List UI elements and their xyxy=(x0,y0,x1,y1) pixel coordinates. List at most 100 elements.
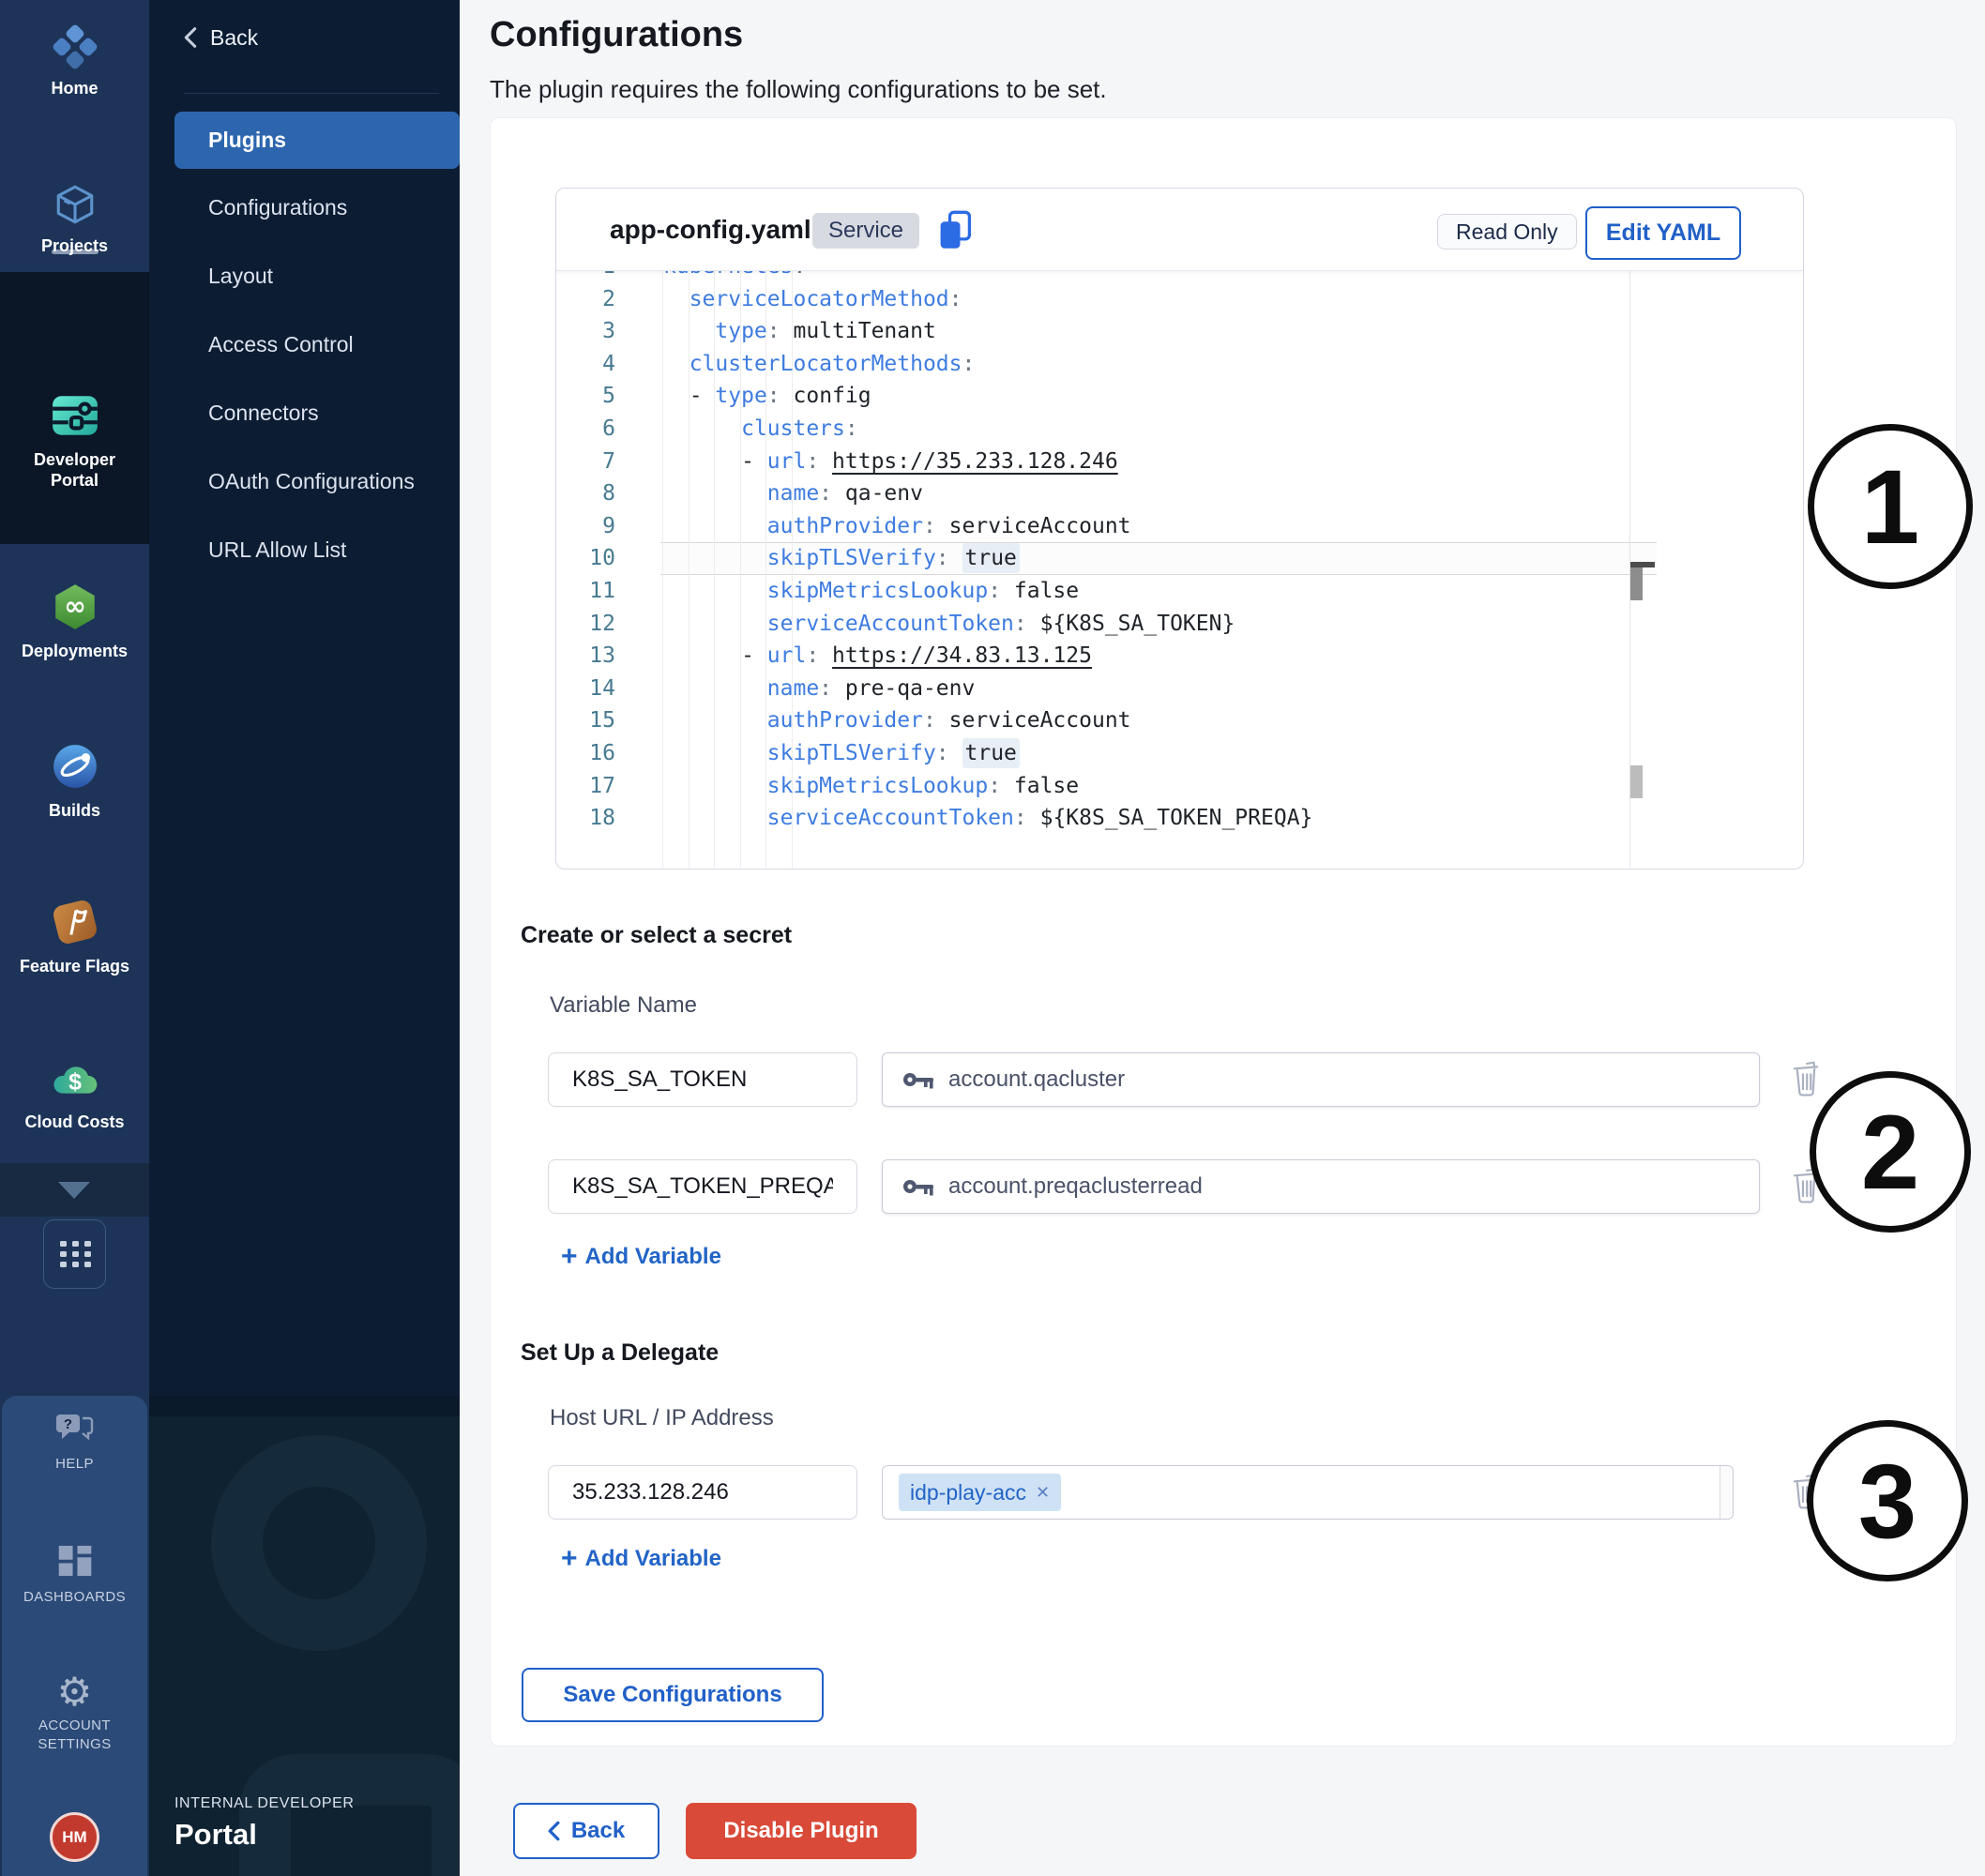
sidebar-item-developer-portal[interactable]: Developer Portal xyxy=(0,390,149,491)
dashboards-icon xyxy=(55,1542,95,1580)
plus-icon: + xyxy=(561,1546,578,1572)
line-number: 2 xyxy=(557,283,615,316)
copy-button[interactable] xyxy=(936,209,974,250)
sidebar-item-label: HELP xyxy=(0,1455,149,1474)
line-number: 10 xyxy=(557,542,615,575)
line-number: 15 xyxy=(557,704,615,737)
host-url-input[interactable] xyxy=(548,1465,857,1520)
secret-value: account.preqaclusterread xyxy=(948,1173,1203,1200)
submenu-divider xyxy=(184,93,439,94)
secrets-heading: Create or select a secret xyxy=(521,922,792,949)
chevron-left-icon xyxy=(548,1821,560,1841)
secret-select-1[interactable]: account.qacluster xyxy=(882,1052,1760,1107)
code-line-12: 12 serviceAccountToken: ${K8S_SA_TOKEN} xyxy=(557,608,1802,641)
line-number: 4 xyxy=(557,348,615,381)
code-line-9: 9 authProvider: serviceAccount xyxy=(557,510,1802,543)
variable-name-input-2[interactable] xyxy=(548,1159,857,1214)
submenu-item-plugins[interactable]: Plugins xyxy=(174,112,460,169)
submenu-item-configurations[interactable]: Configurations xyxy=(149,174,460,242)
code-line-15: 15 authProvider: serviceAccount xyxy=(557,704,1802,737)
save-configurations-button[interactable]: Save Configurations xyxy=(522,1668,824,1722)
code-line-13: 13 - url: https://34.83.13.125 xyxy=(557,640,1802,673)
svg-text:?: ? xyxy=(63,1416,71,1432)
cloud-costs-icon: $ xyxy=(50,1052,100,1103)
copy-icon xyxy=(936,209,974,250)
disable-plugin-button[interactable]: Disable Plugin xyxy=(686,1803,917,1859)
module-grid-button[interactable] xyxy=(43,1219,106,1289)
sidebar-item-projects[interactable]: Projects xyxy=(0,182,149,256)
sidebar-item-account-settings[interactable]: ⚙ ACCOUNT SETTINGS xyxy=(0,1672,149,1754)
help-icon: ? xyxy=(53,1409,97,1446)
code-line-4: 4 clusterLocatorMethods: xyxy=(557,348,1802,381)
annotation-marker-2: 2 xyxy=(1810,1071,1971,1233)
editor-scrollbar-thumb-2[interactable] xyxy=(1630,765,1643,798)
remove-tag-icon[interactable]: ✕ xyxy=(1036,1483,1050,1503)
decorative-square xyxy=(239,1754,460,1876)
line-number: 12 xyxy=(557,608,615,641)
code-line-18: 18 serviceAccountToken: ${K8S_SA_TOKEN_P… xyxy=(557,802,1802,835)
edit-yaml-button[interactable]: Edit YAML xyxy=(1585,206,1741,260)
yaml-editor-header: app-config.yaml Service Read Only Edit Y… xyxy=(556,189,1803,271)
line-number: 1 xyxy=(557,271,615,283)
host-url-label: Host URL / IP Address xyxy=(550,1405,774,1431)
variable-name-label: Variable Name xyxy=(550,992,697,1019)
yaml-code-area[interactable]: 1kubernetes:2 serviceLocatorMethod:3 typ… xyxy=(557,271,1802,868)
add-variable-button-delegate[interactable]: + Add Variable xyxy=(561,1546,721,1572)
code-line-16: 16 skipTLSVerify: true xyxy=(557,737,1802,770)
add-variable-button-secrets[interactable]: + Add Variable xyxy=(561,1244,721,1270)
annotation-marker-3: 3 xyxy=(1807,1420,1968,1581)
grid-icon xyxy=(60,1241,91,1269)
read-only-badge: Read Only xyxy=(1437,214,1577,250)
deployments-icon: ∞ xyxy=(50,582,100,632)
line-number: 6 xyxy=(557,413,615,446)
line-number: 3 xyxy=(557,315,615,348)
user-avatar[interactable]: HM xyxy=(50,1812,99,1862)
sidebar-item-builds[interactable]: Builds xyxy=(0,741,149,821)
code-line-7: 7 - url: https://35.233.128.246 xyxy=(557,446,1802,478)
submenu-item-layout[interactable]: Layout xyxy=(149,242,460,310)
delegate-tags-field[interactable]: idp-play-acc ✕ xyxy=(882,1465,1734,1520)
primary-sidebar: Home Projects xyxy=(0,0,149,1876)
brand-eyebrow: INTERNAL DEVELOPER xyxy=(174,1795,355,1812)
sidebar-item-label: Developer Portal xyxy=(19,449,131,491)
add-variable-label: Add Variable xyxy=(585,1244,721,1270)
yaml-editor-card: app-config.yaml Service Read Only Edit Y… xyxy=(555,188,1804,870)
back-button-label: Back xyxy=(571,1818,625,1844)
code-line-6: 6 clusters: xyxy=(557,413,1802,446)
tag-field-end-cap xyxy=(1720,1466,1733,1519)
back-nav[interactable]: Back xyxy=(184,17,371,58)
delegate-heading: Set Up a Delegate xyxy=(521,1339,719,1367)
back-nav-label: Back xyxy=(210,25,258,51)
sidebar-item-home[interactable]: Home xyxy=(0,24,149,98)
submenu-item-connectors[interactable]: Connectors xyxy=(149,379,460,447)
line-number: 17 xyxy=(557,770,615,803)
annotation-marker-1: 1 xyxy=(1808,424,1973,589)
secondary-sidebar: Back PluginsConfigurationsLayoutAccess C… xyxy=(149,0,460,1876)
line-number: 18 xyxy=(557,802,615,835)
secret-value: account.qacluster xyxy=(948,1067,1125,1093)
variable-name-input-1[interactable] xyxy=(548,1052,857,1107)
line-number: 9 xyxy=(557,510,615,543)
delete-variable-button-1[interactable] xyxy=(1790,1058,1824,1099)
chevron-left-icon xyxy=(184,26,197,49)
app-window: Home Projects xyxy=(0,0,1985,1876)
chevron-down-icon[interactable] xyxy=(58,1182,90,1199)
sidebar-item-help[interactable]: ? HELP xyxy=(0,1409,149,1474)
yaml-filename: app-config.yaml xyxy=(610,215,811,245)
submenu-item-oauth-configurations[interactable]: OAuth Configurations xyxy=(149,447,460,516)
submenu-item-url-allow-list[interactable]: URL Allow List xyxy=(149,516,460,584)
sidebar-item-deployments[interactable]: ∞ Deployments xyxy=(0,582,149,661)
back-button[interactable]: Back xyxy=(513,1803,659,1859)
code-line-17: 17 skipMetricsLookup: false xyxy=(557,770,1802,803)
sidebar-item-label: Builds xyxy=(0,800,149,821)
plus-icon: + xyxy=(561,1244,578,1270)
secret-select-2[interactable]: account.preqaclusterread xyxy=(882,1159,1760,1214)
sidebar-item-feature-flags[interactable]: Feature Flags xyxy=(0,897,149,976)
sidebar-item-dashboards[interactable]: DASHBOARDS xyxy=(0,1542,149,1607)
line-number: 13 xyxy=(557,640,615,673)
submenu-item-access-control[interactable]: Access Control xyxy=(149,310,460,379)
svg-text:∞: ∞ xyxy=(64,590,85,621)
sidebar-item-cloud-costs[interactable]: $ Cloud Costs xyxy=(0,1052,149,1132)
editor-scrollbar-thumb[interactable] xyxy=(1630,567,1643,600)
line-number: 16 xyxy=(557,737,615,770)
